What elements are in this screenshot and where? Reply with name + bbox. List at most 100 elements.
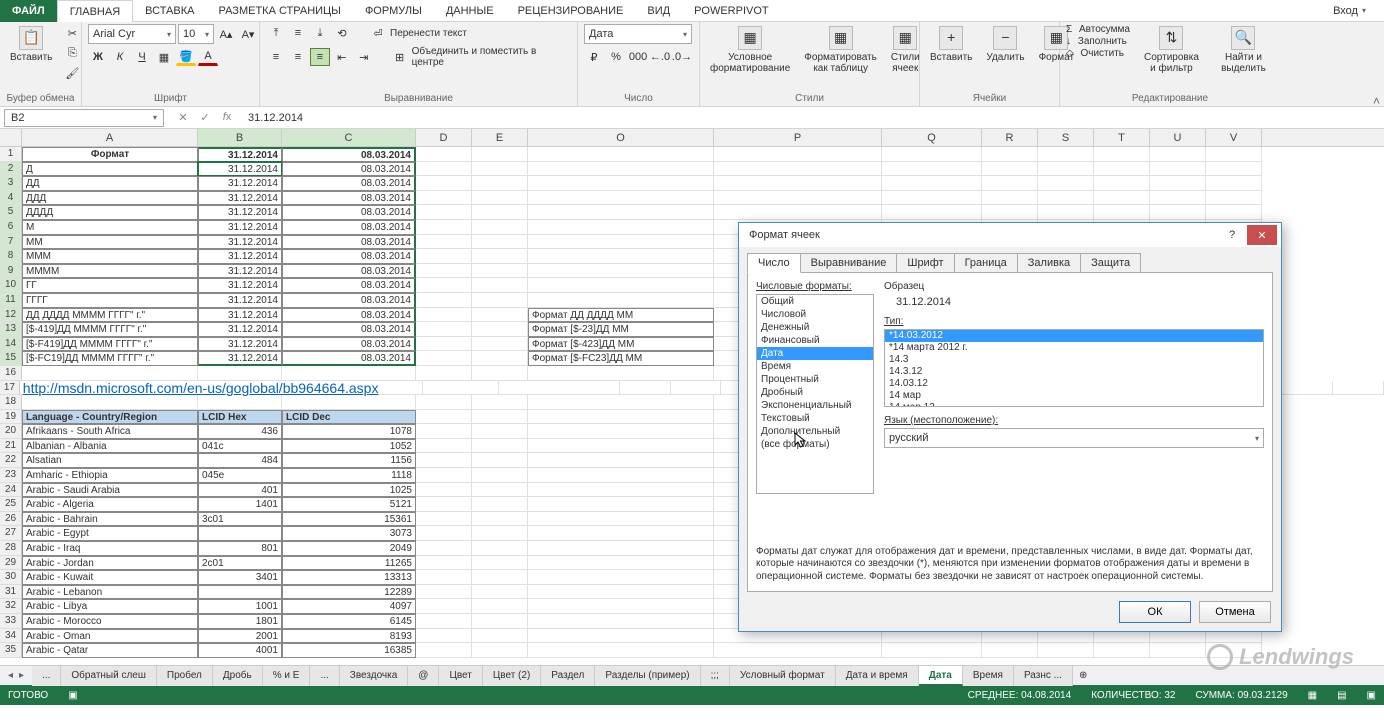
cell[interactable] <box>416 643 472 658</box>
cell[interactable] <box>472 308 528 323</box>
cell[interactable]: 31.12.2014 <box>198 322 282 337</box>
sheet-tab[interactable]: Дробь <box>213 666 263 686</box>
cell[interactable] <box>416 264 472 279</box>
row-header[interactable]: 19 <box>0 410 22 425</box>
cell[interactable]: Формат [$-23]ДД ММ <box>528 322 714 337</box>
ribbon-tab-вид[interactable]: ВИД <box>635 0 682 22</box>
cell[interactable]: ГГГГ <box>22 293 198 308</box>
cell[interactable]: 31.12.2014 <box>198 249 282 264</box>
row-header[interactable]: 24 <box>0 483 22 498</box>
category-listbox[interactable]: ОбщийЧисловойДенежныйФинансовыйДатаВремя… <box>756 294 874 494</box>
cell[interactable] <box>528 220 714 235</box>
cell[interactable] <box>416 570 472 585</box>
cancel-formula-icon[interactable]: ✕ <box>174 111 192 124</box>
cell[interactable] <box>882 643 982 658</box>
cell[interactable] <box>1150 147 1206 162</box>
italic-button[interactable]: К <box>110 48 130 66</box>
sheet-tab[interactable]: Цвет <box>439 666 482 686</box>
cell[interactable]: 08.03.2014 <box>282 249 416 264</box>
indent-dec-icon[interactable]: ⇤ <box>332 48 352 66</box>
cell[interactable] <box>528 264 714 279</box>
cell[interactable] <box>1094 643 1150 658</box>
sheet-nav-prev-icon[interactable]: ▸ <box>17 670 26 681</box>
cell[interactable]: Формат [$-FC23]ДД ММ <box>528 351 714 366</box>
cell[interactable] <box>528 439 714 454</box>
list-item[interactable]: 14.3.12 <box>885 366 1263 378</box>
column-header[interactable]: A <box>22 129 198 146</box>
cell[interactable] <box>1038 643 1094 658</box>
row-header[interactable]: 5 <box>0 205 22 220</box>
row-header[interactable]: 15 <box>0 351 22 366</box>
locale-select[interactable]: русский▾ <box>884 428 1264 448</box>
dialog-tab[interactable]: Защита <box>1080 253 1141 273</box>
ribbon-tab-рецензирование[interactable]: РЕЦЕНЗИРОВАНИЕ <box>506 0 636 22</box>
cell[interactable] <box>472 599 528 614</box>
cell[interactable] <box>416 249 472 264</box>
cell[interactable] <box>1038 147 1094 162</box>
cell[interactable]: 6145 <box>282 614 416 629</box>
cell[interactable] <box>982 191 1038 206</box>
cell[interactable] <box>416 629 472 644</box>
cell[interactable] <box>472 497 528 512</box>
list-item[interactable]: Процентный <box>757 373 873 386</box>
cell[interactable] <box>1282 381 1333 396</box>
cell[interactable]: 2c01 <box>198 556 282 571</box>
cell[interactable]: Arabic - Jordan <box>22 556 198 571</box>
cell[interactable] <box>416 176 472 191</box>
cell[interactable]: Albanian - Albania <box>22 439 198 454</box>
cell[interactable] <box>472 614 528 629</box>
cell[interactable] <box>416 614 472 629</box>
sheet-tab[interactable]: Дата <box>919 666 963 686</box>
cell[interactable]: 2001 <box>198 629 282 644</box>
cell[interactable] <box>499 381 620 396</box>
cell[interactable] <box>416 322 472 337</box>
cell[interactable]: 436 <box>198 424 282 439</box>
cell[interactable] <box>416 147 472 162</box>
cell[interactable]: Arabic - Saudi Arabia <box>22 483 198 498</box>
list-item[interactable]: Дополнительный <box>757 425 873 438</box>
cell[interactable] <box>416 526 472 541</box>
cell[interactable]: 3073 <box>282 526 416 541</box>
cell[interactable] <box>416 351 472 366</box>
cell[interactable] <box>416 235 472 250</box>
cell[interactable] <box>472 424 528 439</box>
row-header[interactable]: 25 <box>0 497 22 512</box>
cell[interactable]: Arabic - Oman <box>22 629 198 644</box>
cell[interactable] <box>982 162 1038 177</box>
cell[interactable]: 1025 <box>282 483 416 498</box>
cell[interactable]: ДД ДДДД ММММ ГГГГ" г." <box>22 308 198 323</box>
cell[interactable]: Amharic - Ethiopia <box>22 468 198 483</box>
cell[interactable] <box>472 453 528 468</box>
percent-icon[interactable]: % <box>606 48 626 66</box>
cell[interactable] <box>528 541 714 556</box>
cell[interactable] <box>472 162 528 177</box>
list-item[interactable]: Денежный <box>757 321 873 334</box>
cell[interactable] <box>1150 643 1206 658</box>
sheet-tab[interactable]: ;;; <box>701 666 730 686</box>
sort-filter-button[interactable]: ⇅Сортировка и фильтр <box>1136 24 1207 76</box>
row-header[interactable]: 17 <box>0 381 20 396</box>
row-header[interactable]: 23 <box>0 468 22 483</box>
cell[interactable] <box>472 205 528 220</box>
formula-input[interactable]: 31.12.2014 <box>242 112 1384 124</box>
cell[interactable] <box>528 205 714 220</box>
sheet-tab[interactable]: Дата и время <box>836 666 919 686</box>
cell[interactable] <box>416 556 472 571</box>
cell[interactable] <box>416 220 472 235</box>
cell[interactable] <box>416 439 472 454</box>
cell[interactable]: 484 <box>198 453 282 468</box>
row-header[interactable]: 22 <box>0 453 22 468</box>
sheet-tab[interactable]: % и E <box>263 666 311 686</box>
row-header[interactable]: 12 <box>0 308 22 323</box>
dec-decimal-icon[interactable]: .0→ <box>672 48 692 66</box>
name-box[interactable]: B2▾ <box>4 109 164 127</box>
cell[interactable] <box>416 410 472 425</box>
cell[interactable] <box>472 249 528 264</box>
cell[interactable] <box>416 541 472 556</box>
ok-button[interactable]: ОК <box>1119 601 1191 623</box>
cell[interactable]: 31.12.2014 <box>198 308 282 323</box>
cell[interactable] <box>472 264 528 279</box>
list-item[interactable]: Текстовый <box>757 412 873 425</box>
cell[interactable] <box>472 629 528 644</box>
view-layout-icon[interactable]: ▤ <box>1337 690 1346 701</box>
